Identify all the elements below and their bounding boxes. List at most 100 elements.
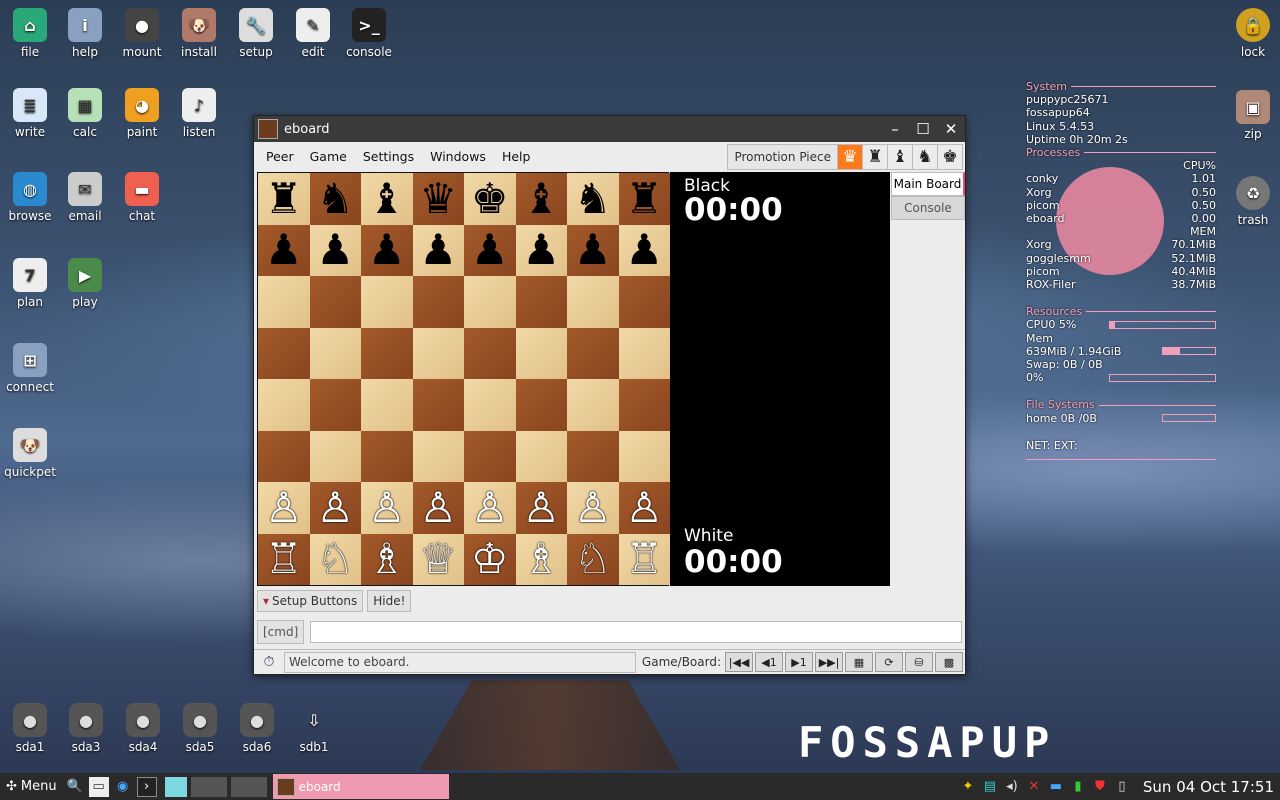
board-square[interactable]: [361, 327, 413, 379]
battery-icon[interactable]: ▮: [1069, 778, 1087, 796]
promote-bishop-button[interactable]: ♝: [887, 145, 912, 169]
browser-icon[interactable]: ◉: [113, 777, 133, 797]
board-square[interactable]: [309, 379, 361, 431]
connection-icon[interactable]: ▬: [1047, 778, 1065, 796]
desktop-icon-paint[interactable]: ◕ paint: [112, 88, 172, 139]
nav-last-button[interactable]: ▶▶|: [815, 652, 843, 672]
desktop-icon-listen[interactable]: ♪ listen: [169, 88, 229, 139]
board-square[interactable]: ♟: [361, 224, 413, 276]
bluetooth-icon[interactable]: ✕: [1025, 778, 1043, 796]
promote-king-button[interactable]: ♚: [937, 145, 962, 169]
board-square[interactable]: ♟: [618, 224, 670, 276]
board-square[interactable]: ♟: [515, 224, 567, 276]
board-square[interactable]: ♛: [412, 173, 464, 225]
volume-icon[interactable]: ◂): [1003, 778, 1021, 796]
desktop-icon-setup[interactable]: 🔧 setup: [226, 8, 286, 59]
board-square[interactable]: [618, 276, 670, 328]
board-square[interactable]: ♞: [309, 173, 361, 225]
cmd-label[interactable]: [cmd]: [257, 620, 305, 644]
board-square[interactable]: ♝: [515, 173, 567, 225]
drive-icon-sda6[interactable]: ● sda6: [227, 703, 287, 754]
flip-board-button[interactable]: ⟳: [875, 652, 903, 672]
board-square[interactable]: [309, 430, 361, 482]
board-square[interactable]: ♝: [361, 173, 413, 225]
board-square[interactable]: ♕: [412, 533, 464, 585]
board-square[interactable]: [258, 327, 310, 379]
board-square[interactable]: [515, 327, 567, 379]
desktop-icon-edit[interactable]: ✎ edit: [283, 8, 343, 59]
desktop-icon-quickpet[interactable]: 🐶 quickpet: [0, 428, 60, 479]
board-square[interactable]: ♜: [258, 173, 310, 225]
nav-next-button[interactable]: ▶1: [785, 652, 813, 672]
board-square[interactable]: ♙: [412, 482, 464, 534]
board-square[interactable]: [258, 379, 310, 431]
board-square[interactable]: [464, 379, 516, 431]
clipboard-icon[interactable]: ▯: [1113, 778, 1131, 796]
menu-help[interactable]: Help: [494, 149, 539, 164]
board-square[interactable]: ♟: [258, 224, 310, 276]
menu-peer[interactable]: Peer: [258, 149, 302, 164]
desktop-icon-write[interactable]: ≣ write: [0, 88, 60, 139]
desktop-icon-zip[interactable]: ▣ zip: [1223, 90, 1280, 141]
board-square[interactable]: [515, 430, 567, 482]
drive-icon-sda5[interactable]: ● sda5: [170, 703, 230, 754]
board-square[interactable]: ♙: [567, 482, 619, 534]
setup-buttons-button[interactable]: ▾ Setup Buttons: [257, 590, 364, 612]
desktop-icon-console[interactable]: >_ console: [339, 8, 399, 59]
board-square[interactable]: [361, 379, 413, 431]
desktop-icon-install[interactable]: 🐶 install: [169, 8, 229, 59]
menu-settings[interactable]: Settings: [355, 149, 422, 164]
board-square[interactable]: ♟: [567, 224, 619, 276]
board-square[interactable]: ♟: [464, 224, 516, 276]
board-square[interactable]: [515, 276, 567, 328]
board-square[interactable]: ♟: [309, 224, 361, 276]
menu-windows[interactable]: Windows: [422, 149, 494, 164]
nav-first-button[interactable]: |◀◀: [725, 652, 753, 672]
desktop-icon-chat[interactable]: ▬ chat: [112, 172, 172, 223]
desktop-icon-email[interactable]: ✉ email: [55, 172, 115, 223]
desktop-3-icon[interactable]: [230, 776, 267, 797]
board-square[interactable]: ♙: [258, 482, 310, 534]
board-square[interactable]: [618, 430, 670, 482]
promote-rook-button[interactable]: ♜: [862, 145, 887, 169]
board-square[interactable]: [361, 276, 413, 328]
board-square[interactable]: [309, 327, 361, 379]
board-square[interactable]: ♙: [618, 482, 670, 534]
board-square[interactable]: ♘: [309, 533, 361, 585]
board-square[interactable]: ♖: [258, 533, 310, 585]
board-square[interactable]: ♙: [309, 482, 361, 534]
board-square[interactable]: [258, 430, 310, 482]
firewall-icon[interactable]: ⛊: [1091, 778, 1109, 796]
desktop-icon-trash[interactable]: ♻ trash: [1223, 176, 1280, 227]
close-button[interactable]: ✕: [937, 116, 965, 142]
drive-icon-sda4[interactable]: ● sda4: [113, 703, 173, 754]
board-square[interactable]: ♗: [515, 533, 567, 585]
promote-knight-button[interactable]: ♞: [912, 145, 937, 169]
board-square[interactable]: ♙: [464, 482, 516, 534]
promote-queen-button[interactable]: ♛: [837, 145, 862, 169]
desktop-icon-plan[interactable]: 7 plan: [0, 258, 60, 309]
board-square[interactable]: [309, 276, 361, 328]
board-square[interactable]: [258, 276, 310, 328]
board-square[interactable]: [567, 276, 619, 328]
board-square[interactable]: ♙: [515, 482, 567, 534]
board-square[interactable]: [567, 430, 619, 482]
minimize-button[interactable]: –: [881, 116, 909, 142]
board-square[interactable]: [618, 379, 670, 431]
board-square[interactable]: [464, 430, 516, 482]
board-square[interactable]: [412, 430, 464, 482]
terminal-icon[interactable]: ›: [136, 776, 157, 797]
board-square[interactable]: [361, 430, 413, 482]
board-square[interactable]: ♖: [618, 533, 670, 585]
maximize-button[interactable]: ☐: [909, 116, 937, 142]
taskbar-eboard-button[interactable]: eboard: [272, 774, 449, 799]
board-square[interactable]: [464, 327, 516, 379]
desktop-icon-connect[interactable]: ⊞ connect: [0, 343, 60, 394]
desktop-icon-help[interactable]: i help: [55, 8, 115, 59]
desktop-1-icon[interactable]: [164, 776, 187, 797]
board-square[interactable]: ♔: [464, 533, 516, 585]
board-square[interactable]: [412, 327, 464, 379]
board-view-button[interactable]: ▩: [935, 652, 963, 672]
search-icon[interactable]: 🔍: [65, 777, 85, 797]
board-square[interactable]: [515, 379, 567, 431]
